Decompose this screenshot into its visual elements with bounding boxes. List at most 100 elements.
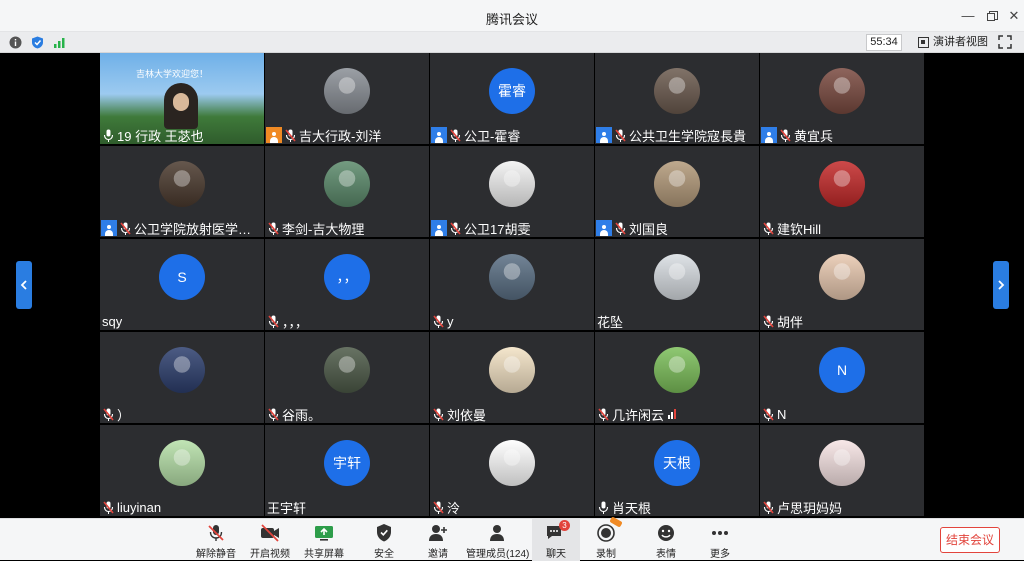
- record-icon: [597, 524, 615, 542]
- avatar-photo: [654, 68, 700, 114]
- participant-avatar: N: [819, 347, 865, 393]
- participant-tile[interactable]: 花坠: [595, 239, 759, 330]
- mic-muted-icon: [615, 221, 626, 235]
- reactions-button[interactable]: 表情: [650, 523, 682, 560]
- participant-tile[interactable]: 天根 肖天根: [595, 425, 759, 516]
- participant-tile[interactable]: 李剑-吉大物理: [265, 146, 429, 237]
- participant-avatar: [654, 161, 700, 207]
- avatar-photo: [489, 347, 535, 393]
- minimize-button[interactable]: —: [958, 6, 978, 26]
- avatar-photo: [159, 440, 205, 486]
- participant-tile[interactable]: 吉林大学欢迎您！ 19 行政 王苾也: [100, 53, 264, 144]
- members-icon: [490, 525, 504, 541]
- avatar-photo: [324, 161, 370, 207]
- avatar-photo: [324, 68, 370, 114]
- participant-tile[interactable]: 霍睿 公卫-霍睿: [430, 53, 594, 144]
- participant-name: ）: [117, 407, 131, 423]
- participant-tile[interactable]: 吉大行政-刘洋: [265, 53, 429, 144]
- more-label: 更多: [710, 549, 730, 560]
- window-title: 腾讯会议: [485, 12, 538, 27]
- participant-tile[interactable]: 黄宜兵: [760, 53, 924, 144]
- invite-button[interactable]: 邀请: [422, 523, 454, 560]
- unmute-button[interactable]: 解除静音: [196, 523, 236, 560]
- participant-label: ）: [100, 405, 130, 423]
- avatar-photo: [489, 440, 535, 486]
- avatar-photo: [159, 347, 205, 393]
- participant-tile[interactable]: ）: [100, 332, 264, 423]
- record-label: 录制: [596, 549, 616, 560]
- participant-tile[interactable]: Ssqy: [100, 239, 264, 330]
- network-signal-icon[interactable]: [53, 36, 66, 49]
- security-button[interactable]: 安全: [368, 523, 400, 560]
- more-button[interactable]: 更多: [704, 523, 736, 560]
- cohost-badge-icon: [596, 127, 612, 143]
- participant-tile[interactable]: 几许闲云: [595, 332, 759, 423]
- participant-tile[interactable]: NN: [760, 332, 924, 423]
- mic-muted-icon: [763, 407, 774, 421]
- participant-tile[interactable]: 宇轩 王宇轩: [265, 425, 429, 516]
- mic-muted-icon: [780, 128, 791, 142]
- participant-name: 谷雨。: [282, 407, 322, 423]
- participant-tile[interactable]: 卢思玥妈妈: [760, 425, 924, 516]
- prev-page-button[interactable]: [16, 261, 32, 309]
- participant-label: 公共卫生学院寇長貴: [595, 126, 746, 144]
- mic-muted-icon: [615, 128, 626, 142]
- mic-muted-icon: [268, 314, 279, 328]
- mic-muted-icon: [433, 407, 444, 421]
- participant-avatar: [819, 254, 865, 300]
- avatar-photo: [819, 254, 865, 300]
- participant-avatar: [324, 347, 370, 393]
- participant-name: 公卫17胡雯: [464, 221, 531, 237]
- participant-name: y: [447, 313, 454, 329]
- participant-tile[interactable]: y: [430, 239, 594, 330]
- avatar-photo: [489, 254, 535, 300]
- info-icon[interactable]: [9, 36, 22, 49]
- participant-name: 刘依曼: [447, 407, 487, 423]
- participant-label: 公卫学院放射医学…: [100, 219, 251, 237]
- chevron-right-icon: [998, 280, 1005, 290]
- participant-avatar: [654, 68, 700, 114]
- cohost-badge-icon: [596, 220, 612, 236]
- end-meeting-button[interactable]: 结束会议: [940, 527, 1000, 553]
- start-video-button[interactable]: 开启视频: [250, 523, 290, 560]
- fullscreen-icon[interactable]: [998, 35, 1012, 49]
- mic-muted-icon: [763, 221, 774, 235]
- participant-name: 建钦Hill: [777, 221, 822, 237]
- participant-label: 公卫-霍睿: [430, 126, 520, 144]
- participant-tile[interactable]: 公卫学院放射医学…: [100, 146, 264, 237]
- participant-label: 黄宜兵: [760, 126, 833, 144]
- restore-button[interactable]: [982, 6, 1002, 26]
- participant-tile[interactable]: 建钦Hill: [760, 146, 924, 237]
- participant-avatar: [324, 68, 370, 114]
- participant-tile[interactable]: 胡伴: [760, 239, 924, 330]
- shield-icon[interactable]: [31, 36, 44, 49]
- share-screen-button[interactable]: 共享屏幕: [304, 523, 344, 560]
- participant-label: 胡伴: [760, 312, 803, 330]
- mic-muted-icon: [433, 500, 444, 514]
- participant-label: 肖天根: [595, 498, 651, 516]
- avatar-photo: [819, 68, 865, 114]
- record-button[interactable]: 录制: [590, 516, 623, 560]
- video-person: [164, 83, 198, 129]
- participant-tile[interactable]: ，，，，，: [265, 239, 429, 330]
- meeting-toolbar: 解除静音 开启视频 共享屏幕 安全 邀请 管理成员(124) 3 聊天 录制 表…: [0, 516, 1024, 561]
- participant-tile[interactable]: 公卫17胡雯: [430, 146, 594, 237]
- close-button[interactable]: ✕: [1004, 6, 1024, 26]
- invite-label: 邀请: [428, 549, 448, 560]
- participant-avatar: [819, 161, 865, 207]
- participant-tile[interactable]: 泠: [430, 425, 594, 516]
- participant-tile[interactable]: liuyinan: [100, 425, 264, 516]
- participant-name: sqy: [102, 313, 123, 329]
- speaker-view-toggle[interactable]: 演讲者视图: [916, 34, 988, 51]
- next-page-button[interactable]: [993, 261, 1009, 309]
- participant-tile[interactable]: 公共卫生学院寇長貴: [595, 53, 759, 144]
- participant-tile[interactable]: 刘依曼: [430, 332, 594, 423]
- unmute-label: 解除静音: [196, 549, 236, 560]
- participant-tile[interactable]: 刘国良: [595, 146, 759, 237]
- participant-avatar: [819, 440, 865, 486]
- manage-members-button[interactable]: 管理成员(124): [466, 523, 529, 560]
- participant-name: 胡伴: [777, 314, 804, 330]
- participant-tile[interactable]: 谷雨。: [265, 332, 429, 423]
- participant-name: 吉大行政-刘洋: [299, 128, 382, 144]
- chat-button[interactable]: 3 聊天: [540, 520, 572, 560]
